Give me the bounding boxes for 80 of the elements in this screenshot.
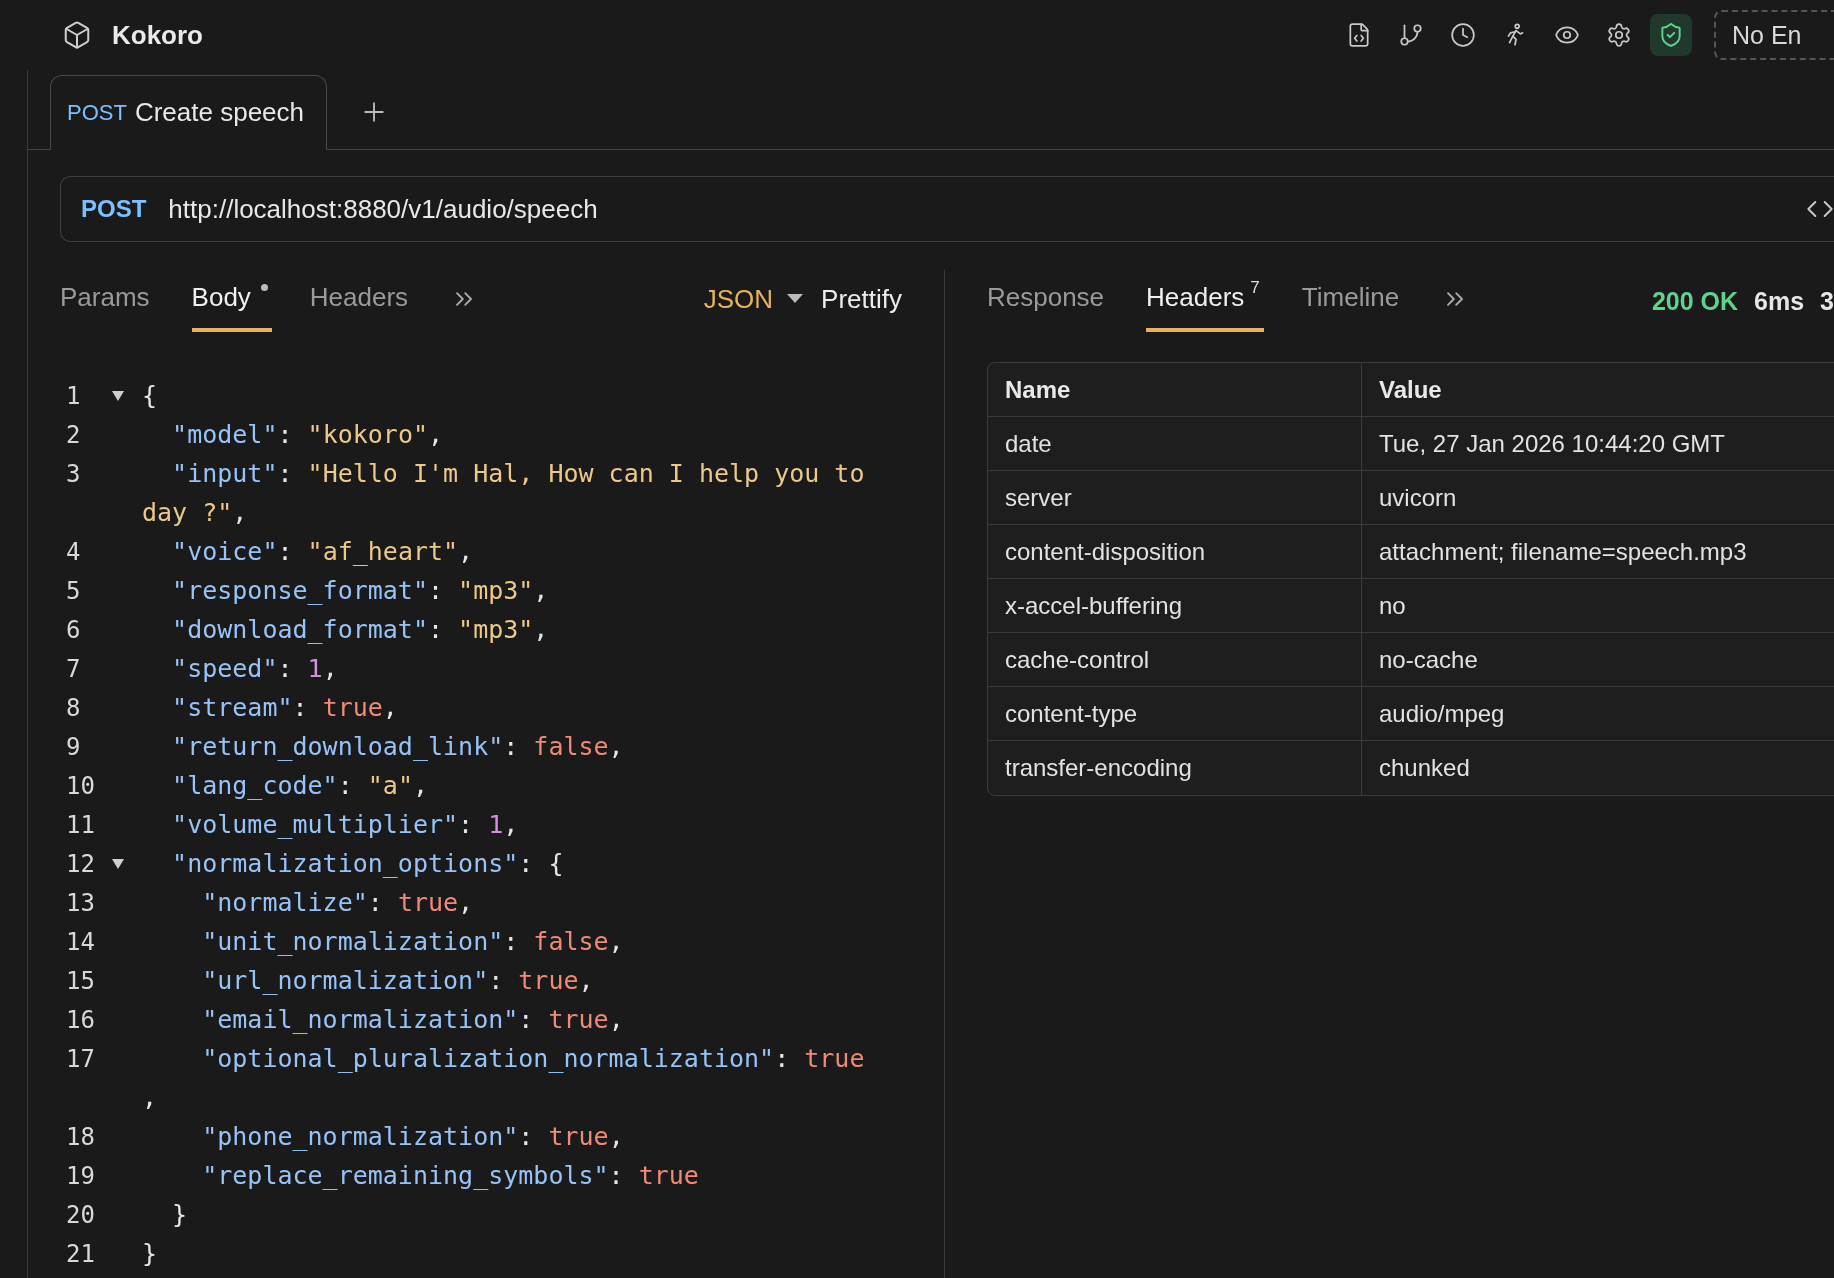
code-line: "voice": "af_heart", <box>171 537 474 566</box>
line-number: 19 <box>66 1161 96 1190</box>
code-line: "phone_normalization": true, <box>201 1122 624 1151</box>
line-number: 20 <box>66 1200 96 1229</box>
line-number: 18 <box>66 1122 96 1151</box>
body-tab[interactable]: Params <box>60 270 154 332</box>
line-number: 15 <box>66 966 96 995</box>
line-number: 16 <box>66 1005 96 1034</box>
table-cell: audio/mpeg <box>1362 687 1834 741</box>
line-number: 8 <box>66 693 82 722</box>
line-number: 21 <box>66 1239 96 1268</box>
code-line: "volume_multiplier": 1, <box>171 810 519 839</box>
line-number: 10 <box>66 771 96 800</box>
line-number: 5 <box>66 576 82 605</box>
body-tab[interactable]: Headers <box>309 270 413 332</box>
column-header: Name <box>988 363 1362 417</box>
code-line: "return_download_link": false, <box>171 732 624 761</box>
code-line: "input": "Hello I'm Hal, How can I help you to <box>171 459 865 488</box>
table-cell: x-accel-buffering <box>988 579 1362 633</box>
code-line: "model": "kokoro", <box>171 420 444 449</box>
response-tab[interactable]: Response <box>987 270 1109 332</box>
table-cell: content-type <box>988 687 1362 741</box>
line-number: 13 <box>66 888 96 917</box>
code-line: "speed": 1, <box>171 654 338 683</box>
response-tab[interactable]: Timeline <box>1301 270 1404 332</box>
table-cell: no-cache <box>1362 633 1834 687</box>
table-cell: cache-control <box>988 633 1362 687</box>
fold-arrow-icon[interactable] <box>112 858 124 869</box>
table-cell: attachment; filename=speech.mp3 <box>1362 525 1834 579</box>
table-cell: Tue, 27 Jan 2026 10:44:20 GMT <box>1362 417 1834 471</box>
line-number: 14 <box>66 927 96 956</box>
code-line: , <box>142 1083 158 1112</box>
column-header: Value <box>1362 363 1834 417</box>
line-number: 3 <box>66 459 82 488</box>
shield-check-icon[interactable] <box>1650 14 1692 56</box>
code-line: { <box>142 381 158 410</box>
line-number: 1 <box>66 381 82 410</box>
code-line: day ?", <box>142 498 248 527</box>
code-line: } <box>142 1239 158 1268</box>
request-tab[interactable]: POST Create speech <box>50 75 327 150</box>
environment-button[interactable]: No En <box>1714 10 1834 60</box>
line-number: 9 <box>66 732 82 761</box>
code-line: "normalize": true, <box>201 888 474 917</box>
response-tab[interactable]: Headers $^{7}$ <box>1146 270 1264 332</box>
line-number: 2 <box>66 420 82 449</box>
table-cell: no <box>1362 579 1834 633</box>
table-cell: date <box>988 417 1362 471</box>
body-tab[interactable]: Body <box>191 270 272 332</box>
code-line: "response_format": "mp3", <box>171 576 549 605</box>
table-cell-text: chunked <box>1378 753 1471 783</box>
prettify-button[interactable]: Prettify <box>821 283 902 315</box>
line-number: 11 <box>66 810 96 839</box>
cube-icon <box>62 20 92 50</box>
code-line: "normalization_options": { <box>171 849 564 878</box>
line-number: 4 <box>66 537 82 566</box>
url-field[interactable]: POST http://localhost:8880/v1/audio/speech <box>60 176 1834 242</box>
fold-arrow-icon[interactable] <box>112 390 124 401</box>
line-number: 7 <box>66 654 82 683</box>
table-cell: server <box>988 471 1362 525</box>
code-line: "optional_pluralization_normalization": true <box>201 1044 865 1073</box>
code-line: } <box>171 1200 188 1229</box>
table-cell: uvicorn <box>1362 471 1834 525</box>
caret-icon[interactable] <box>787 294 804 304</box>
response-size: 3 <box>1820 286 1834 316</box>
code-line: "url_normalization": true, <box>201 966 594 995</box>
code-line: "replace_remaining_symbols": true <box>201 1161 699 1190</box>
format-dropdown[interactable]: JSON <box>703 270 804 332</box>
code-line: "download_format": "mp3", <box>171 615 549 644</box>
response-time: 6ms <box>1754 286 1805 316</box>
line-number: 17 <box>66 1044 96 1073</box>
code-line: "unit_normalization": false, <box>201 927 624 956</box>
table-cell: transfer-encoding <box>988 741 1362 795</box>
line-number: 6 <box>66 615 82 644</box>
table-cell: content-disposition <box>988 525 1362 579</box>
code-line: "lang_code": "a", <box>171 771 428 800</box>
code-line: "stream": true, <box>171 693 398 722</box>
line-number: 12 <box>66 849 96 878</box>
app-title: Kokoro <box>112 19 203 51</box>
status-code: 200 OK <box>1651 286 1739 316</box>
code-line: "email_normalization": true, <box>201 1005 624 1034</box>
